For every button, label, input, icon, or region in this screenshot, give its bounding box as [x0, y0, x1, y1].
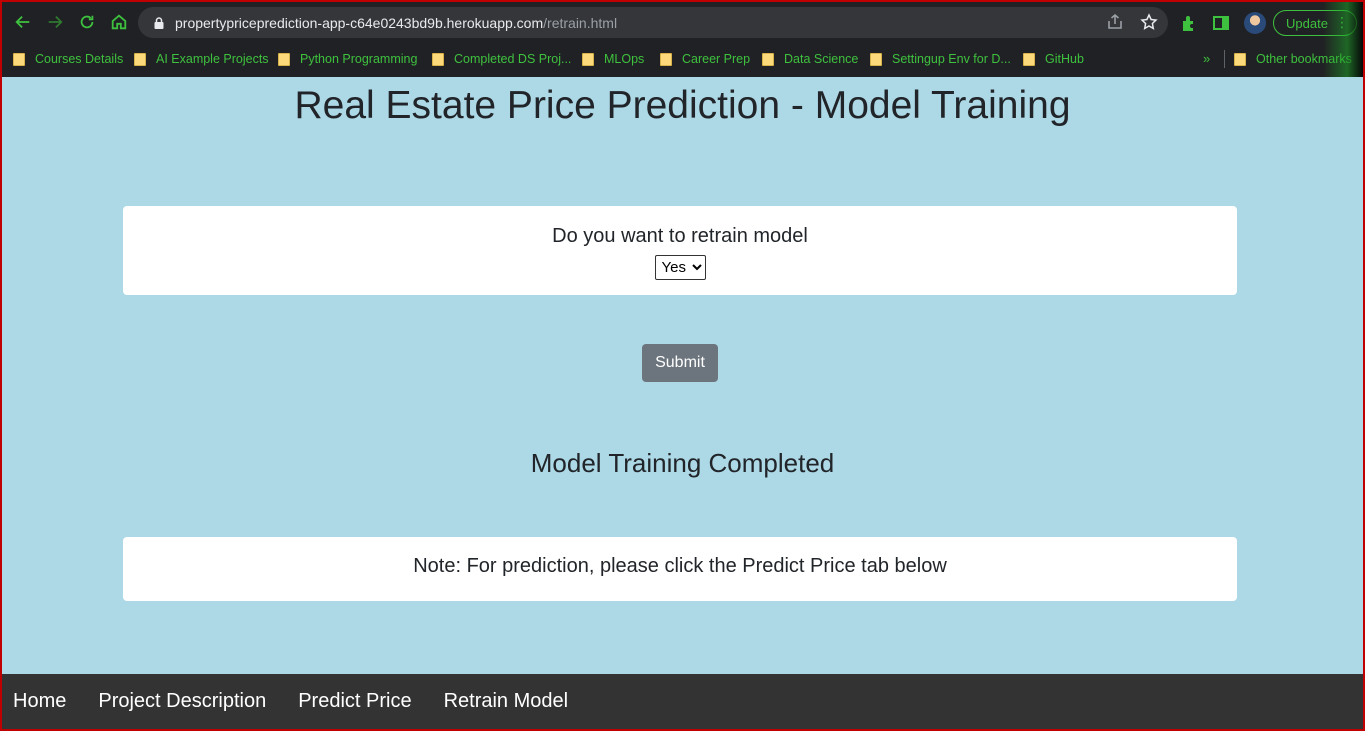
star-icon[interactable] [1140, 13, 1158, 31]
bookmark-item[interactable]: Python Programming [278, 52, 417, 66]
retrain-card: Do you want to retrain model Yes [123, 206, 1237, 295]
bookmark-label: Data Science [784, 52, 859, 66]
update-label: Update [1286, 15, 1328, 31]
bookmark-item[interactable]: MLOps [582, 52, 644, 66]
page-title: Real Estate Price Prediction - Model Tra… [294, 84, 1071, 127]
bookmark-item[interactable]: Courses Details [13, 52, 123, 66]
bookmark-label: Settingup Env for D... [892, 52, 1011, 66]
bookmark-label: MLOps [604, 52, 645, 66]
folder-icon [432, 52, 444, 66]
retrain-select[interactable]: Yes [654, 255, 706, 280]
bookmark-label: GitHub [1045, 52, 1084, 66]
note-text: Note: For prediction, please click the P… [413, 555, 947, 577]
reload-button[interactable] [72, 7, 102, 37]
back-button[interactable] [8, 7, 38, 37]
folder-icon [582, 52, 594, 66]
folder-icon [134, 52, 146, 66]
bookmarks-overflow-button[interactable]: » [1203, 51, 1210, 66]
side-panel-icon[interactable] [1212, 14, 1230, 32]
footer-link-home[interactable]: Home [13, 690, 66, 713]
bookmarks-bar: Courses Details AI Example Projects Pyth… [2, 42, 1363, 77]
share-icon[interactable] [1106, 13, 1124, 31]
folder-icon [1234, 52, 1246, 66]
bookmark-label: Career Prep [682, 52, 751, 66]
bookmark-label: Courses Details [35, 52, 124, 66]
extensions-icon[interactable] [1180, 14, 1198, 32]
bookmark-item[interactable]: Completed DS Proj... [432, 52, 571, 66]
bookmark-item[interactable]: Data Science [762, 52, 858, 66]
home-icon [111, 14, 127, 30]
folder-icon [660, 52, 672, 66]
bookmark-item[interactable]: Career Prep [660, 52, 750, 66]
bookmark-label: AI Example Projects [156, 52, 269, 66]
footer-link-project-description[interactable]: Project Description [98, 690, 266, 713]
folder-icon [762, 52, 774, 66]
retrain-question: Do you want to retrain model [552, 225, 808, 247]
browser-window: propertypriceprediction-app-c64e0243bd9b… [2, 2, 1363, 729]
wallpaper-glow [1323, 2, 1363, 77]
folder-icon [1023, 52, 1035, 66]
reload-icon [80, 15, 94, 29]
note-card: Note: For prediction, please click the P… [123, 537, 1237, 601]
submit-button[interactable]: Submit [642, 344, 718, 382]
folder-icon [278, 52, 290, 66]
url-host: propertypriceprediction-app-c64e0243bd9b… [175, 14, 544, 31]
status-heading: Model Training Completed [530, 448, 835, 478]
arrow-left-icon [15, 15, 30, 29]
bookmark-label: Python Programming [300, 52, 418, 66]
bookmark-item[interactable]: GitHub [1023, 52, 1084, 66]
forward-button[interactable] [40, 7, 70, 37]
footer-link-retrain-model[interactable]: Retrain Model [444, 690, 569, 713]
folder-icon [870, 52, 882, 66]
address-bar[interactable]: propertypriceprediction-app-c64e0243bd9b… [138, 7, 1168, 38]
bookmarks-divider [1224, 50, 1225, 68]
footer-nav: Home Project Description Predict Price R… [2, 674, 1363, 729]
footer-link-predict-price[interactable]: Predict Price [298, 690, 411, 713]
folder-icon [13, 52, 25, 66]
arrow-right-icon [48, 15, 63, 29]
bookmark-label: Completed DS Proj... [454, 52, 572, 66]
url-path: /retrain.html [543, 14, 618, 31]
bookmark-item[interactable]: AI Example Projects [134, 52, 269, 66]
bookmark-item[interactable]: Settingup Env for D... [870, 52, 1011, 66]
browser-toolbar: propertypriceprediction-app-c64e0243bd9b… [2, 2, 1363, 42]
lock-icon [154, 16, 164, 29]
profile-avatar[interactable] [1244, 12, 1266, 34]
home-button[interactable] [104, 7, 134, 37]
